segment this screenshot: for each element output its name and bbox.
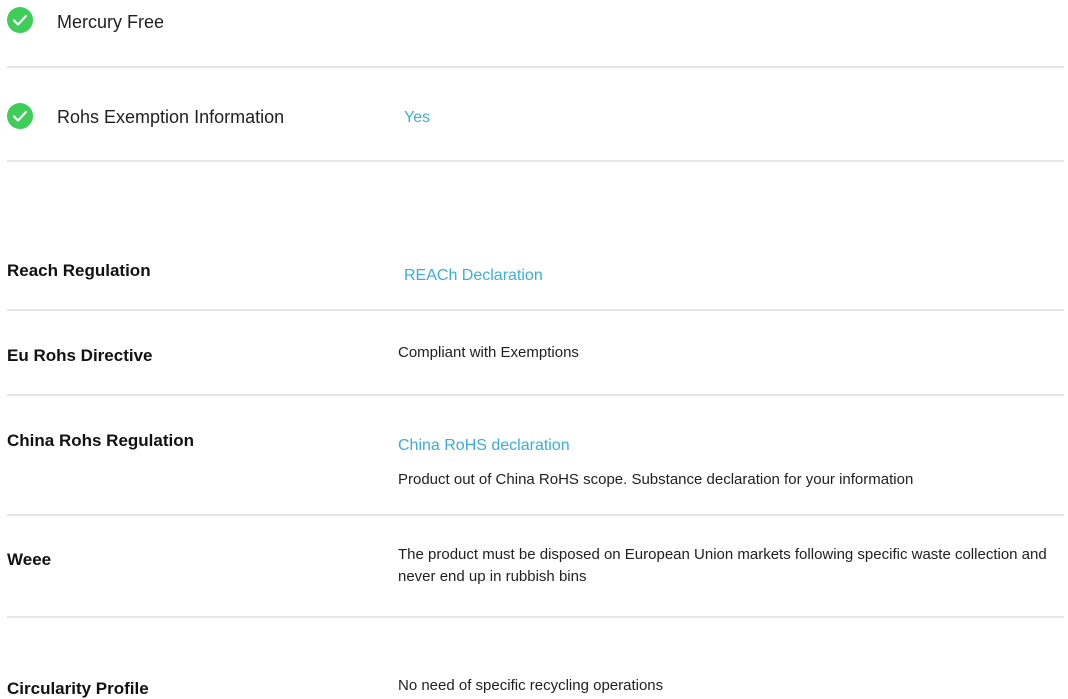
divider — [7, 160, 1064, 162]
check-circle-icon — [7, 103, 33, 129]
china-rohs-declaration-link[interactable]: China RoHS declaration — [398, 436, 570, 456]
environmental-compliance-panel: Mercury Free Rohs Exemption Information … — [0, 0, 1068, 699]
divider — [7, 514, 1064, 516]
divider — [7, 66, 1064, 68]
eu-rohs-directive-value: Compliant with Exemptions — [398, 344, 579, 361]
reach-declaration-link[interactable]: REACh Declaration — [404, 266, 543, 286]
check-circle-icon — [7, 7, 33, 33]
weee-label: Weee — [7, 550, 52, 569]
check-label: Rohs Exemption Information — [57, 107, 285, 127]
china-rohs-regulation-value: Product out of China RoHS scope. Substan… — [398, 471, 914, 488]
eu-rohs-directive-label: Eu Rohs Directive — [7, 346, 153, 365]
divider — [7, 394, 1064, 396]
reach-regulation-label: Reach Regulation — [7, 261, 151, 280]
china-rohs-regulation-label: China Rohs Regulation — [7, 431, 194, 450]
circularity-profile-label: Circularity Profile — [7, 679, 149, 698]
weee-value: The product must be disposed on European… — [398, 546, 1047, 585]
check-label: Mercury Free — [57, 12, 165, 32]
circularity-profile-value: No need of specific recycling operations — [398, 677, 664, 694]
divider — [7, 616, 1064, 618]
divider — [7, 309, 1064, 311]
rohs-exemption-yes-link[interactable]: Yes — [404, 108, 430, 128]
